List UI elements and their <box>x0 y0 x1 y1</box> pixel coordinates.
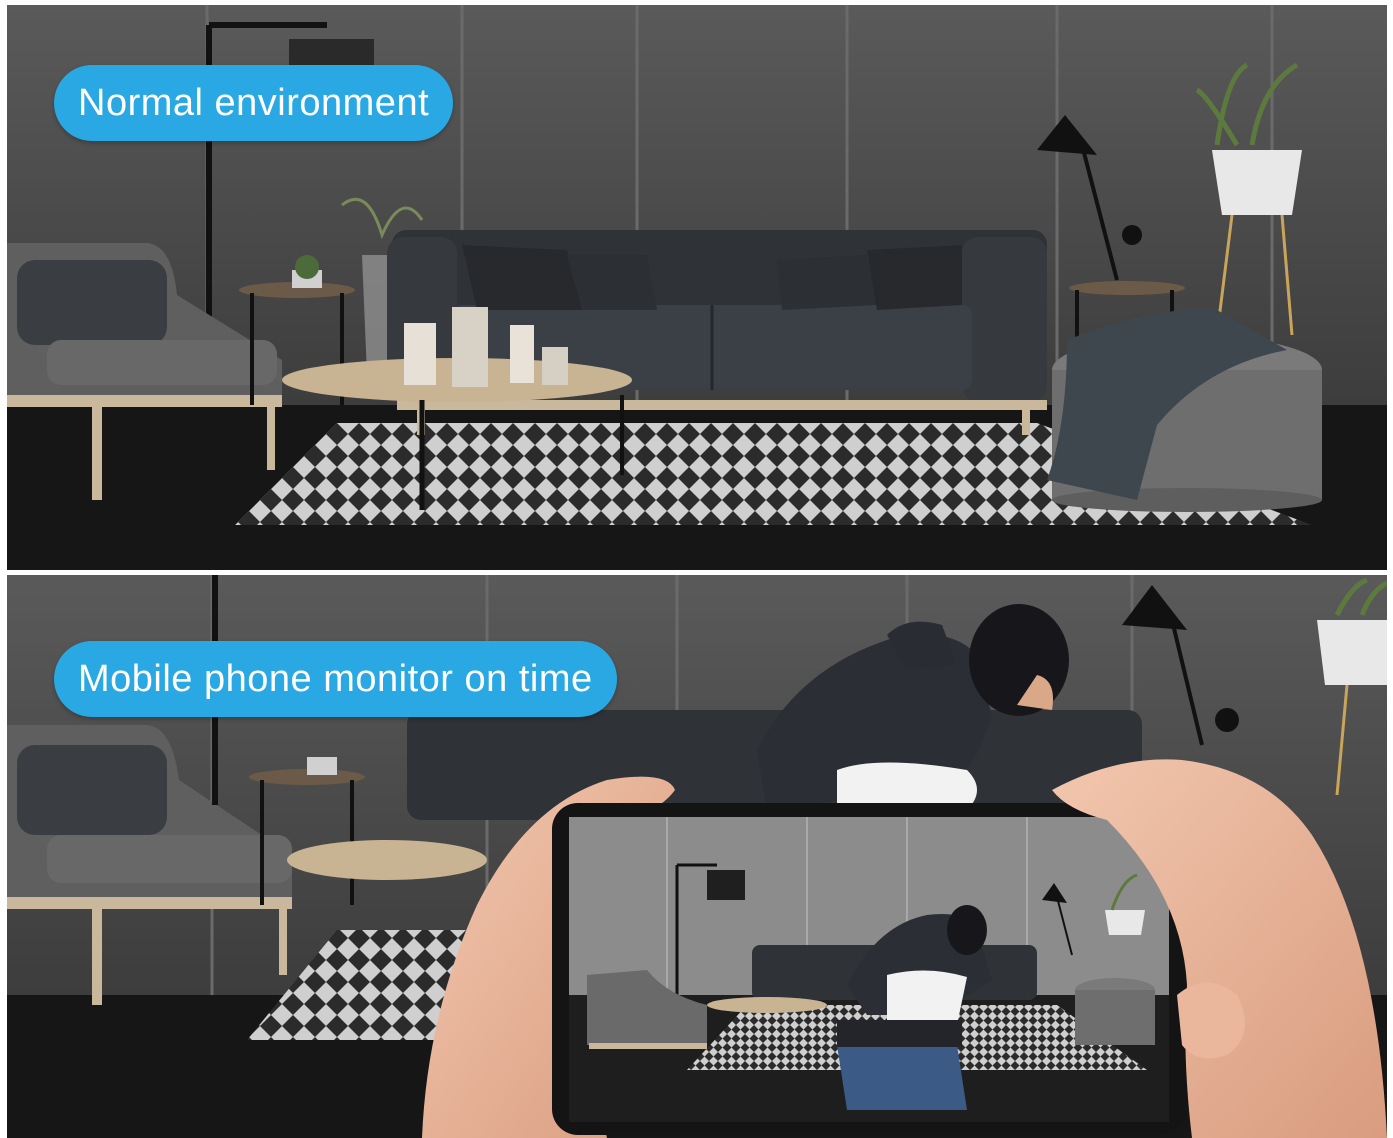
caption-normal-environment: Normal environment <box>54 65 454 141</box>
smartphone-icon <box>552 803 1187 1135</box>
caption-mobile-phone-monitor: Mobile phone monitor on time <box>54 641 617 717</box>
normal-environment-panel: Normal environment <box>7 5 1387 570</box>
coffee-table-icon <box>287 840 487 880</box>
mobile-monitor-panel: Mobile phone monitor on time <box>7 575 1387 1138</box>
